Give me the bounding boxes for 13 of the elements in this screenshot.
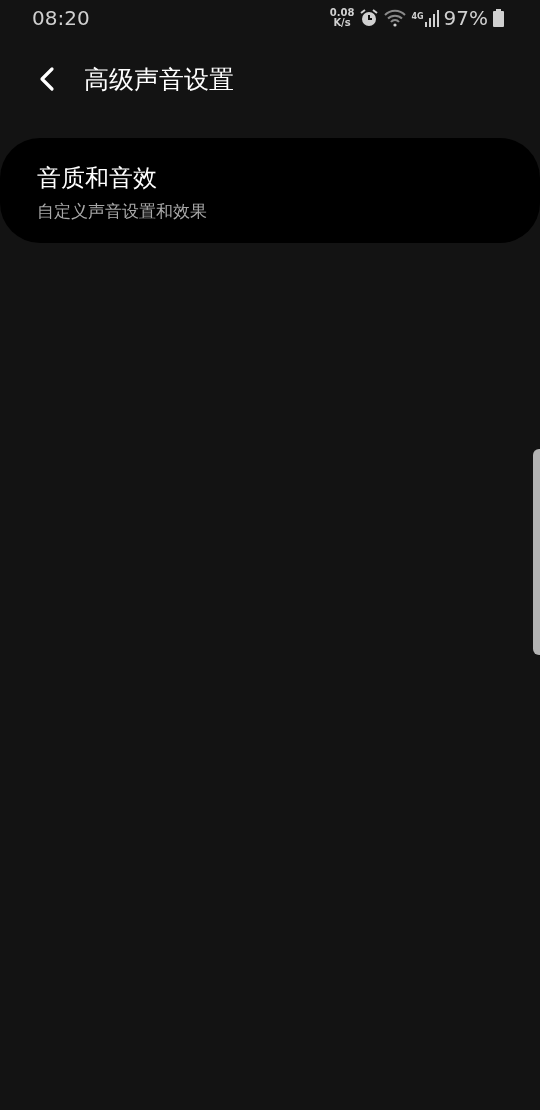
clock: 08:20 — [32, 6, 90, 30]
page-title: 高级声音设置 — [84, 63, 234, 96]
settings-item[interactable]: 音质和音效 自定义声音设置和效果 — [0, 138, 540, 243]
battery-level: 97% — [443, 6, 488, 30]
network-type: 4G — [411, 12, 424, 21]
item-title: 音质和音效 — [37, 163, 158, 194]
edge-panel-handle[interactable] — [533, 449, 540, 655]
wifi-icon — [384, 9, 407, 27]
item-subtitle: 自定义声音设置和效果 — [37, 200, 208, 223]
network-speed: 0.08 K/s — [329, 8, 355, 28]
battery-icon — [493, 9, 504, 27]
alarm-icon — [359, 8, 380, 28]
signal-icon — [424, 9, 439, 27]
